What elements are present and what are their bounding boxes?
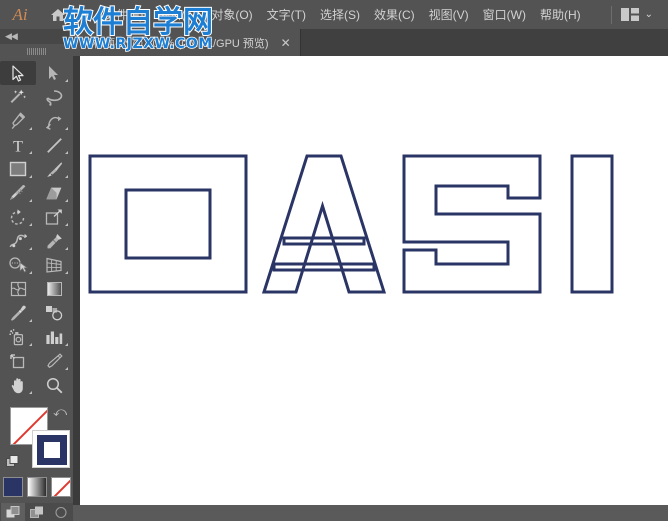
tool-flyout-indicator [29, 223, 32, 226]
tool-flyout-indicator [65, 367, 68, 370]
arrange-documents-button[interactable]: ⌄ [616, 5, 658, 24]
tool-flyout-indicator [29, 247, 32, 250]
oasi-letter-outlines [88, 154, 614, 294]
width-warp-tool[interactable] [0, 229, 36, 253]
menu-items: 文件(F) 编辑(E) 对象(O) 文字(T) 选择(S) 效果(C) 视图(V… [97, 3, 588, 26]
draw-mode-buttons [0, 503, 73, 521]
canvas-area[interactable] [73, 56, 668, 505]
tools-panel: ◀◀ T ⤺ [0, 29, 73, 521]
menubar-divider-right [610, 5, 612, 24]
document-tab-label: 无标题-1* @ 100% (CMYK/GPU 预览) [82, 37, 269, 50]
chevron-down-icon: ⌄ [644, 8, 653, 20]
artboard-tool[interactable] [0, 349, 36, 373]
selection-tool[interactable] [0, 61, 36, 85]
tool-flyout-indicator [65, 127, 68, 130]
lasso-tool[interactable] [36, 85, 72, 109]
free-transform-tool[interactable] [36, 229, 72, 253]
draw-behind-button[interactable] [25, 503, 49, 521]
shaper-pencil-tool[interactable] [0, 181, 36, 205]
menu-bar: Ai 文件(F) 编辑(E) 对象(O) 文字(T) 选择(S) 效果(C) 视… [0, 0, 668, 29]
menu-help[interactable]: 帮助(H) [533, 3, 588, 26]
tools-panel-grip[interactable] [0, 44, 73, 58]
app-logo: Ai [12, 4, 28, 24]
draw-normal-button[interactable] [0, 503, 25, 521]
tool-flyout-indicator [29, 319, 32, 322]
mesh-tool[interactable] [0, 277, 36, 301]
tools-panel-header: ◀◀ [0, 29, 73, 44]
scale-tool[interactable] [36, 205, 72, 229]
column-graph-tool[interactable] [36, 325, 72, 349]
type-tool[interactable]: T [0, 133, 36, 157]
zoom-tool[interactable] [36, 373, 72, 397]
close-icon[interactable]: ✕ [279, 37, 293, 49]
artboard[interactable] [80, 56, 668, 505]
color-swatch-button[interactable] [2, 477, 23, 497]
artwork-oasi-outlines[interactable] [88, 154, 660, 319]
illustrator-window: Ai 文件(F) 编辑(E) 对象(O) 文字(T) 选择(S) 效果(C) 视… [0, 0, 668, 521]
menu-effect[interactable]: 效果(C) [367, 3, 422, 26]
gradient-tool[interactable] [36, 277, 72, 301]
tool-flyout-indicator [65, 247, 68, 250]
magic-wand-tool[interactable] [0, 85, 36, 109]
menubar-divider [80, 5, 81, 24]
tool-flyout-indicator [29, 391, 32, 394]
swap-fill-stroke-icon[interactable]: ⤺ [53, 405, 67, 418]
direct-selection-tool[interactable] [36, 61, 72, 85]
arrange-documents-icon [620, 8, 639, 21]
menu-type[interactable]: 文字(T) [260, 3, 313, 26]
collapse-panel-icon[interactable]: ◀◀ [5, 32, 18, 41]
tool-flyout-indicator [29, 175, 32, 178]
stroke-swatch[interactable] [32, 430, 70, 468]
tool-flyout-indicator [65, 223, 68, 226]
perspective-grid-tool[interactable] [36, 253, 72, 277]
tool-grid: T [0, 58, 73, 397]
paintbrush-tool[interactable] [36, 157, 72, 181]
tool-flyout-indicator [65, 343, 68, 346]
stroke-swatch-inner [37, 435, 67, 465]
tool-flyout-indicator [29, 151, 32, 154]
eyedropper-tool[interactable] [0, 301, 36, 325]
symbol-sprayer-tool[interactable] [0, 325, 36, 349]
tool-flyout-indicator [29, 271, 32, 274]
document-tab-bar: 无标题-1* @ 100% (CMYK/GPU 预览) ✕ [73, 29, 668, 56]
tool-flyout-indicator [65, 175, 68, 178]
menu-window[interactable]: 窗口(W) [476, 3, 533, 26]
document-tab[interactable]: 无标题-1* @ 100% (CMYK/GPU 预览) ✕ [73, 29, 301, 56]
curvature-tool[interactable] [36, 109, 72, 133]
menubar-right-group: ⌄ [607, 5, 668, 24]
rectangle-tool[interactable] [0, 157, 36, 181]
svg-text:T: T [13, 138, 23, 154]
line-segment-tool[interactable] [36, 133, 72, 157]
tool-flyout-indicator [29, 343, 32, 346]
gradient-swatch-button[interactable] [26, 477, 47, 497]
menu-view[interactable]: 视图(V) [422, 3, 476, 26]
none-swatch-button[interactable] [50, 477, 71, 497]
tool-flyout-indicator [29, 127, 32, 130]
tool-flyout-indicator [65, 271, 68, 274]
shape-builder-tool[interactable] [0, 253, 36, 277]
color-mode-buttons [0, 477, 73, 497]
blend-tool[interactable] [36, 301, 72, 325]
tool-flyout-indicator [65, 79, 68, 82]
tool-flyout-indicator [29, 199, 32, 202]
rotate-tool[interactable] [0, 205, 36, 229]
draw-inside-button[interactable] [49, 503, 73, 521]
pen-tool[interactable] [0, 109, 36, 133]
tool-flyout-indicator [65, 199, 68, 202]
menu-select[interactable]: 选择(S) [313, 3, 367, 26]
tool-flyout-indicator [65, 151, 68, 154]
slice-tool[interactable] [36, 349, 72, 373]
fill-stroke-controls: ⤺ [0, 403, 73, 475]
default-fill-stroke-icon[interactable] [6, 455, 19, 473]
menu-object[interactable]: 对象(O) [204, 3, 259, 26]
menu-edit[interactable]: 编辑(E) [150, 3, 204, 26]
menu-file[interactable]: 文件(F) [97, 3, 150, 26]
eraser-tool[interactable] [36, 181, 72, 205]
home-icon[interactable] [40, 8, 76, 22]
hand-tool[interactable] [0, 373, 36, 397]
